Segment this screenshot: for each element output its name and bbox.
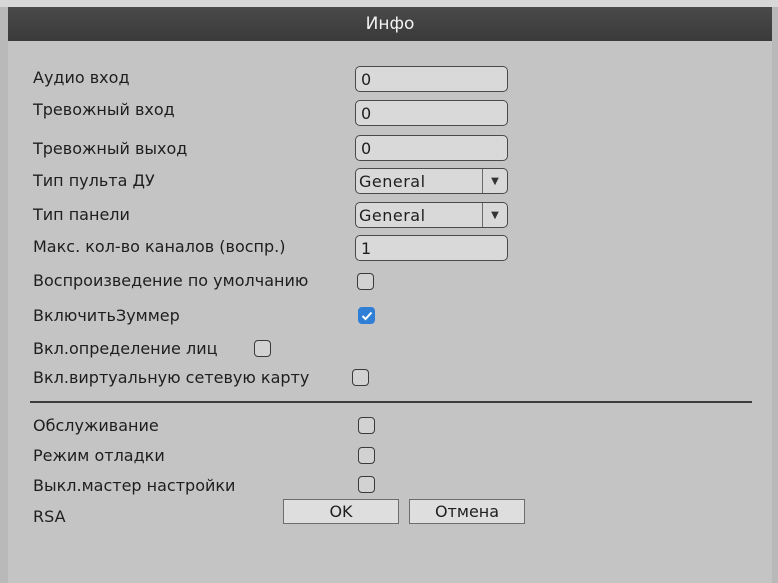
audio-in-label: Аудио вход (33, 68, 130, 87)
default-playback-label: Воспроизведение по умолчанию (33, 271, 309, 290)
panel-type-value: General (356, 203, 483, 227)
alarm-in-value: 0 (361, 103, 372, 123)
ok-button[interactable]: OK (283, 499, 399, 524)
top-strip (0, 0, 778, 7)
max-channels-value: 1 (361, 238, 372, 258)
remote-type-label: Тип пульта ДУ (33, 171, 155, 190)
remote-type-value: General (356, 169, 483, 193)
dialog-title: Инфо (365, 14, 415, 34)
chevron-down-icon[interactable]: ▼ (483, 169, 507, 193)
alarm-in-label: Тревожный вход (33, 100, 175, 119)
face-detect-label: Вкл.определение лиц (33, 339, 218, 358)
alarm-in-field[interactable]: 0 (355, 100, 508, 126)
max-channels-field[interactable]: 1 (355, 235, 508, 261)
panel-type-label: Тип панели (33, 205, 130, 224)
maintenance-label: Обслуживание (33, 416, 159, 435)
alarm-out-value: 0 (361, 138, 372, 158)
maintenance-checkbox[interactable] (358, 417, 375, 434)
buzzer-checkbox[interactable] (358, 307, 375, 324)
audio-in-field[interactable]: 0 (355, 66, 508, 92)
alarm-out-label: Тревожный выход (33, 139, 188, 158)
debug-mode-checkbox[interactable] (358, 447, 375, 464)
dialog-title-bar[interactable]: Инфо (8, 7, 772, 42)
panel-type-select[interactable]: General ▼ (355, 202, 508, 228)
virtual-nic-label: Вкл.виртуальную сетевую карту (33, 368, 310, 387)
disable-wizard-label: Выкл.мастер настройки (33, 476, 236, 495)
alarm-out-field[interactable]: 0 (355, 135, 508, 161)
max-channels-label: Макс. кол-во каналов (воспр.) (33, 237, 286, 256)
audio-in-value: 0 (361, 69, 372, 89)
default-playback-checkbox[interactable] (357, 273, 374, 290)
face-detect-checkbox[interactable] (254, 340, 271, 357)
debug-mode-label: Режим отладки (33, 446, 165, 465)
chevron-down-icon[interactable]: ▼ (483, 203, 507, 227)
disable-wizard-checkbox[interactable] (358, 476, 375, 493)
remote-type-select[interactable]: General ▼ (355, 168, 508, 194)
cancel-button[interactable]: Отмена (409, 499, 525, 524)
checkmark-icon (361, 311, 372, 320)
section-divider (30, 401, 752, 403)
virtual-nic-checkbox[interactable] (352, 369, 369, 386)
rsa-label: RSA (33, 507, 66, 526)
buzzer-label: ВключитьЗуммер (33, 306, 180, 325)
